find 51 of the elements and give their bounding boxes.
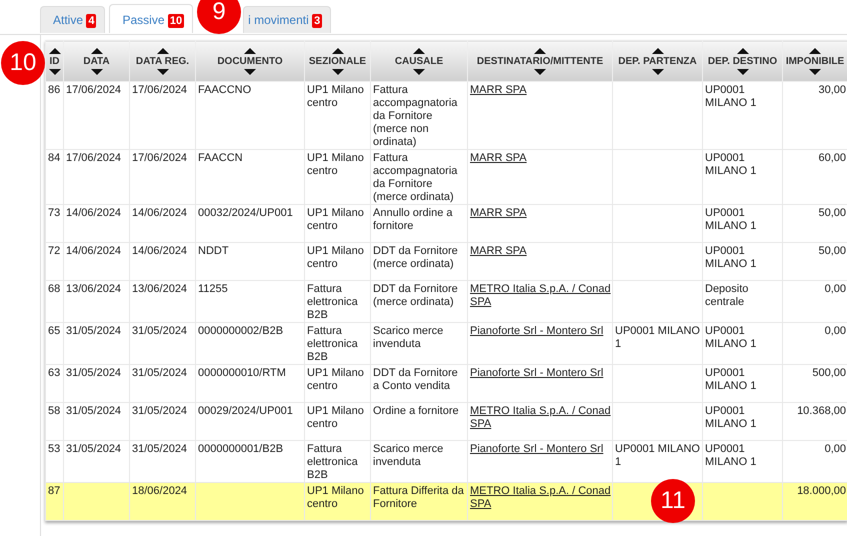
- sort-up-icon[interactable]: [90, 48, 102, 54]
- table-cell: 53: [46, 440, 64, 482]
- sort-down-icon[interactable]: [413, 68, 425, 74]
- sort-up-icon[interactable]: [413, 48, 425, 54]
- count-badge: 4: [86, 14, 96, 28]
- table-cell: 72: [46, 242, 64, 280]
- count-badge: 3: [312, 14, 322, 28]
- sort-up-icon[interactable]: [332, 48, 344, 54]
- table-cell: Fattura Differita da Fornitore: [370, 482, 468, 520]
- table-cell: 18/06/2024: [130, 482, 196, 520]
- sort-down-icon[interactable]: [809, 68, 821, 74]
- column-header[interactable]: DESTINATARIO/MITTENTE: [468, 40, 612, 82]
- table-cell: 87: [46, 482, 64, 520]
- sort-up-icon[interactable]: [156, 48, 168, 54]
- tab[interactable]: Attive 4: [40, 6, 106, 33]
- sort-up-icon[interactable]: [652, 48, 664, 54]
- recipient-link[interactable]: MARR SPA: [470, 84, 611, 97]
- table-cell: 58: [46, 402, 64, 440]
- sort-down-icon[interactable]: [534, 68, 546, 74]
- table-cell: UP1 Milano centro: [304, 482, 370, 520]
- sort-down-icon[interactable]: [90, 68, 102, 74]
- table-cell: [64, 482, 130, 520]
- column-header[interactable]: DATA: [64, 40, 130, 82]
- column-header[interactable]: IMPONIBILE: [782, 40, 847, 82]
- column-header[interactable]: DATA REG.: [130, 40, 196, 82]
- sort-down-icon[interactable]: [736, 68, 748, 74]
- sort-up-icon[interactable]: [534, 48, 546, 54]
- table-cell: 65: [46, 322, 64, 364]
- sort-up-icon[interactable]: [809, 48, 821, 54]
- sort-up-icon[interactable]: [244, 48, 256, 54]
- sort-down-icon[interactable]: [332, 68, 344, 74]
- sort-down-icon[interactable]: [156, 68, 168, 74]
- tab[interactable]: Passive 10: [109, 4, 194, 33]
- column-header[interactable]: CAUSALE: [370, 40, 468, 82]
- column-header[interactable]: DOCUMENTO: [196, 40, 304, 82]
- callout-badge: 11: [651, 479, 695, 523]
- callout-badge: 10: [1, 41, 45, 85]
- tab[interactable]: i movimenti 3: [243, 6, 332, 33]
- table-cell: 73: [46, 204, 64, 242]
- column-header[interactable]: DEP. DESTINO: [702, 40, 782, 82]
- table-cell: 86: [46, 82, 64, 150]
- table-cell: 68: [46, 280, 64, 322]
- callout-badge: 9: [197, 0, 242, 34]
- table-cell: 63: [46, 364, 64, 402]
- sort-up-icon[interactable]: [736, 48, 748, 54]
- sort-down-icon[interactable]: [244, 68, 256, 74]
- count-badge: 10: [168, 14, 184, 28]
- table-cell: 84: [46, 150, 64, 204]
- column-header[interactable]: DEP. PARTENZA: [612, 40, 702, 82]
- sort-down-icon[interactable]: [652, 68, 664, 74]
- column-header[interactable]: SEZIONALE: [304, 40, 370, 82]
